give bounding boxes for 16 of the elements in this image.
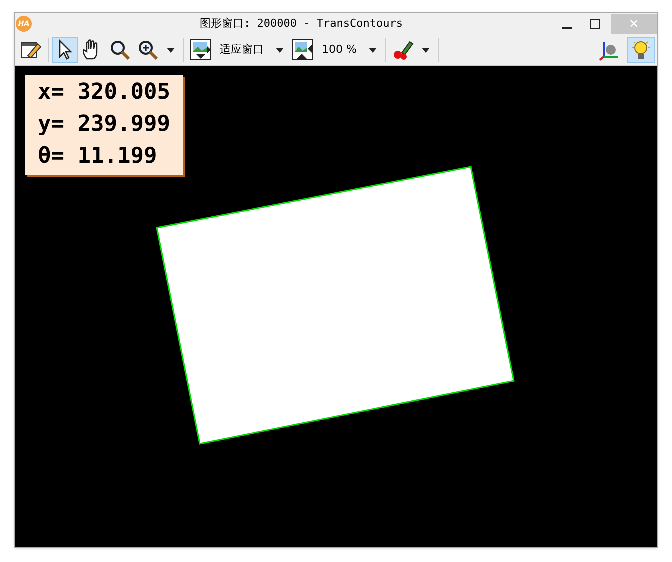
readout-line: x= 320.005 [38,79,170,107]
toolbar-button[interactable] [52,37,78,63]
readout-line: y= 239.999 [38,111,170,139]
fit-window-icon [190,39,212,61]
toolbar-button[interactable]: 100 % [289,37,364,63]
readout-line: θ= 11.199 [38,143,158,171]
axes-icon [598,39,620,61]
paint-icon [392,39,414,61]
zoom-in-icon [137,39,159,61]
window-title: 图形窗口: 200000 - TransContours [200,16,403,32]
magnifier-icon [109,39,131,61]
maximize-icon [590,19,600,29]
image-scale-icon [292,39,314,61]
minimize-icon [562,27,572,29]
toolbar-button[interactable]: 适应窗口 [187,37,271,63]
lightbulb-icon [630,39,652,61]
